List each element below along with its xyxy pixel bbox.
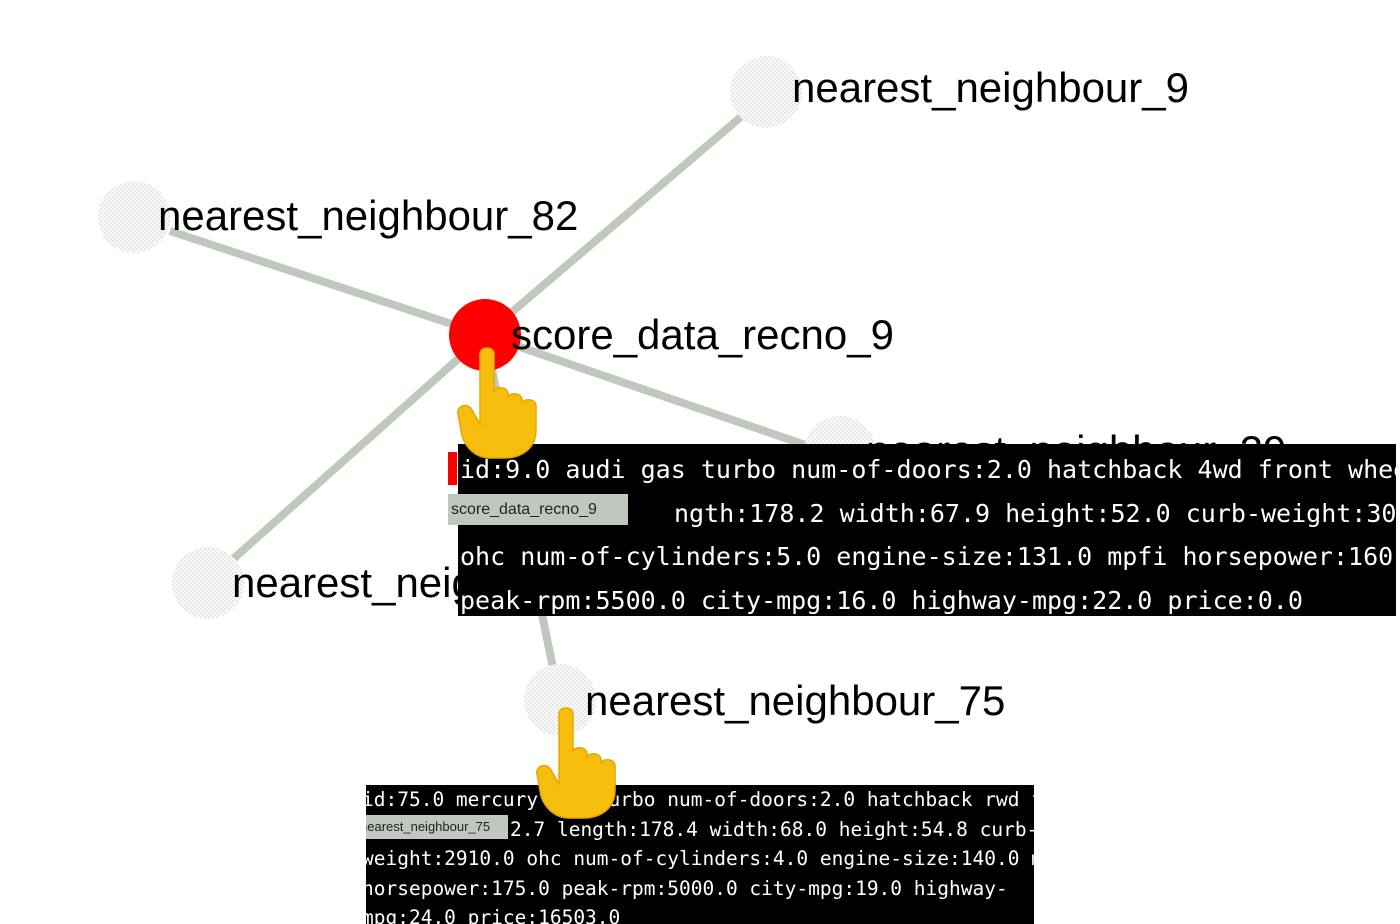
edge-to-nearest-neighbour-82 xyxy=(168,227,487,339)
tooltip-score-data-recno-9: id:9.0 audi gas turbo num-of-doors:2.0 h… xyxy=(458,444,1396,616)
pointing-hand-icon xyxy=(457,347,537,459)
tooltip-line: id:75.0 mercury gas turbo num-of-doors:2… xyxy=(366,788,1034,811)
tooltip-nearest-neighbour-75: id:75.0 mercury gas turbo num-of-doors:2… xyxy=(366,785,1034,924)
edge-to-nearest-neighbour xyxy=(229,332,488,563)
tooltip-line: horsepower:175.0 peak-rpm:5000.0 city-mp… xyxy=(366,876,1008,900)
pointing-hand-icon xyxy=(536,707,616,819)
tooltip-tag: score_data_recno_9 xyxy=(448,494,628,525)
label-nearest-neighbour-75: nearest_neighbour_75 xyxy=(585,677,1005,724)
label-score-data-recno-9: score_data_recno_9 xyxy=(511,311,894,358)
tooltip-line: weight:2910.0 ohc num-of-cylinders:4.0 e… xyxy=(366,847,1034,870)
label-nearest-neighbour-9: nearest_neighbour_9 xyxy=(792,64,1189,111)
tooltip-line: id:9.0 audi gas turbo num-of-doors:2.0 h… xyxy=(460,455,1396,484)
tooltip-line: mpg:24.0 price:16503.0 xyxy=(366,906,621,924)
tooltip-line: peak-rpm:5500.0 city-mpg:16.0 highway-mp… xyxy=(460,585,1303,615)
tooltip-line: ohc num-of-cylinders:5.0 engine-size:131… xyxy=(460,542,1396,571)
tooltip-tag-label: nearest_neighbour_75 xyxy=(366,819,491,834)
tooltip-tag: nearest_neighbour_75 xyxy=(366,815,508,839)
label-nearest-neighbour-82: nearest_neighbour_82 xyxy=(158,192,578,239)
